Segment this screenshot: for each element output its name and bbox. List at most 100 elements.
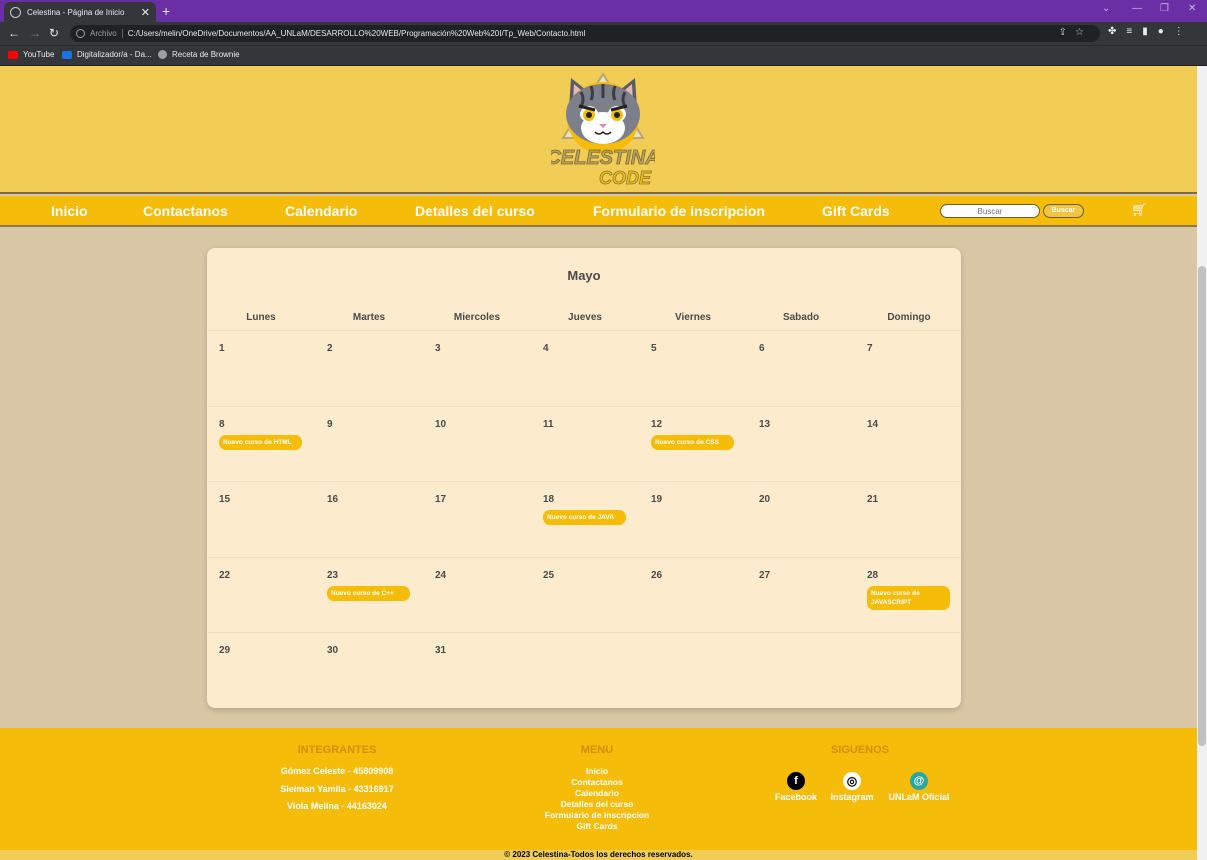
footer-link-contactanos[interactable]: Contactanos bbox=[517, 777, 677, 788]
new-tab-button[interactable]: + bbox=[162, 3, 170, 19]
restore-button[interactable]: ❐ bbox=[1160, 3, 1169, 14]
course-event[interactable]: Nuevo curso de HTML bbox=[219, 434, 302, 450]
footer-integrante: Viola Melina - 44163024 bbox=[287, 801, 387, 811]
nav-calendario[interactable]: Calendario bbox=[285, 203, 357, 219]
address-bar[interactable]: Archivo C:/Users/melin/OneDrive/Document… bbox=[70, 25, 1100, 42]
calendar-day-cell[interactable]: 28 Nuevo curso de JAVASCRIPT bbox=[855, 559, 963, 634]
info-icon[interactable] bbox=[76, 29, 85, 38]
calendar-day-cell[interactable]: 14 bbox=[855, 408, 963, 483]
calendar-day-cell[interactable]: 21 bbox=[855, 483, 963, 558]
calendar-day-cell[interactable]: 25 bbox=[531, 559, 639, 634]
scrollbar-thumb[interactable] bbox=[1198, 266, 1206, 746]
calendar-day-cell[interactable]: 13 bbox=[747, 408, 855, 483]
day-number: 26 bbox=[651, 569, 663, 581]
footer-link-calendario[interactable]: Calendario bbox=[517, 788, 677, 799]
course-event[interactable]: Nuevo curso de JAVA bbox=[543, 510, 626, 525]
page-scrollbar[interactable] bbox=[1197, 66, 1207, 860]
calendar-day-cell[interactable]: 22 bbox=[207, 559, 315, 634]
calendar-day-cell[interactable]: 17 bbox=[423, 483, 531, 558]
reload-icon[interactable]: ↻ bbox=[49, 26, 59, 40]
day-number: 1 bbox=[219, 343, 225, 354]
search-input[interactable] bbox=[940, 204, 1040, 218]
calendar-day-cell[interactable]: 23 Nuevo curso de C++ bbox=[315, 559, 423, 634]
footer-link-inicio[interactable]: Inicio bbox=[517, 766, 677, 777]
facebook-icon: f bbox=[787, 772, 805, 790]
unlam-icon: @ bbox=[910, 772, 928, 790]
day-number: 15 bbox=[219, 494, 231, 505]
cart-icon[interactable]: 🛒︎ bbox=[1131, 202, 1148, 218]
footer-integrante: Gómez Celeste - 45809908 bbox=[280, 766, 394, 776]
day-number: 12 bbox=[651, 418, 663, 430]
calendar-day-cell[interactable]: 11 bbox=[531, 408, 639, 483]
calendar-day-cell[interactable]: 24 bbox=[423, 559, 531, 634]
calendar-day-cell[interactable]: 31 bbox=[423, 634, 531, 709]
calendar-day-cell[interactable]: 27 bbox=[747, 559, 855, 634]
calendar-day-cell[interactable]: 7 bbox=[855, 332, 963, 407]
browser-tab[interactable]: Celestina - Página de Inicio ✕ bbox=[4, 2, 156, 22]
calendar-row-divider bbox=[207, 556, 961, 558]
calendar-day-cell[interactable]: 15 bbox=[207, 483, 315, 558]
search-button[interactable]: Buscar bbox=[1043, 204, 1084, 218]
day-number: 16 bbox=[327, 494, 339, 505]
calendar-day-cell[interactable]: 20 bbox=[747, 483, 855, 558]
calendar-day-cell[interactable]: 3 bbox=[423, 332, 531, 407]
address-url[interactable]: C:/Users/melin/OneDrive/Documentos/AA_UN… bbox=[128, 29, 586, 38]
back-icon[interactable]: ← bbox=[8, 26, 20, 40]
footer-link-gift-cards[interactable]: Gift Cards bbox=[517, 821, 677, 832]
nav-inicio[interactable]: Inicio bbox=[51, 203, 88, 219]
calendar-day-cell[interactable]: 2 bbox=[315, 332, 423, 407]
calendar-day-cell[interactable]: 4 bbox=[531, 332, 639, 407]
calendar-day-cell[interactable]: 8 Nuevo curso de HTML bbox=[207, 408, 315, 483]
calendar-day-cell[interactable]: 29 bbox=[207, 634, 315, 709]
celestina-cat-logo[interactable]: CELESTINA CODE bbox=[551, 72, 655, 190]
social-unlam[interactable]: @ UNLaM Oficial bbox=[886, 772, 952, 802]
day-number: 17 bbox=[435, 494, 447, 505]
minimize-button[interactable]: — bbox=[1132, 3, 1142, 14]
bookmarks-bar: YouTube Digitalizador/a - Da... Receta d… bbox=[0, 45, 1207, 65]
extensions-icon[interactable]: ✤≡▮●⋮ bbox=[1108, 26, 1194, 37]
day-number: 11 bbox=[543, 418, 554, 430]
close-window-button[interactable]: ✕ bbox=[1188, 3, 1196, 14]
course-event[interactable]: Nuevo curso de CSS bbox=[651, 434, 734, 450]
social-label: Instagram bbox=[830, 792, 874, 802]
day-number: 23 bbox=[327, 569, 339, 581]
calendar-day-cell[interactable]: 6 bbox=[747, 332, 855, 407]
calendar-day-cell[interactable]: 26 bbox=[639, 559, 747, 634]
calendar-day-cell[interactable]: 1 bbox=[207, 332, 315, 407]
main-nav: Inicio Contactanos Calendario Detalles d… bbox=[0, 196, 1197, 227]
calendar-day-cell[interactable]: 9 bbox=[315, 408, 423, 483]
instagram-icon: ◎ bbox=[843, 772, 861, 790]
footer-integrante: Sleiman Yamila - 43316917 bbox=[280, 784, 394, 794]
day-number: 14 bbox=[867, 418, 879, 430]
web-page: CELESTINA CODE Inicio Contactanos Calend… bbox=[0, 66, 1197, 860]
social-instagram[interactable]: ◎ Instagram bbox=[828, 772, 876, 802]
site-footer: INTEGRANTES Gómez Celeste - 45809908 Sle… bbox=[0, 728, 1197, 850]
tab-search-icon[interactable]: ⌄ bbox=[1102, 3, 1110, 14]
forward-icon[interactable]: → bbox=[29, 26, 41, 40]
nav-gift-cards[interactable]: Gift Cards bbox=[822, 203, 890, 219]
bookmark-star-icon[interactable]: ⇪☆ bbox=[1059, 27, 1092, 38]
bookmark-brownie[interactable]: Receta de Brownie bbox=[158, 50, 240, 59]
calendar-day-cell[interactable]: 18 Nuevo curso de JAVA bbox=[531, 483, 639, 558]
footer-link-formulario[interactable]: Formulario de inscripcion bbox=[517, 810, 677, 821]
calendar-day-cell[interactable]: 12 Nuevo curso de CSS bbox=[639, 408, 747, 483]
bookmark-youtube[interactable]: YouTube bbox=[8, 50, 54, 59]
bookmark-digitalizador[interactable]: Digitalizador/a - Da... bbox=[62, 50, 152, 59]
calendar-day-cell[interactable]: 5 bbox=[639, 332, 747, 407]
day-number: 20 bbox=[759, 494, 771, 505]
day-number: 4 bbox=[543, 343, 549, 354]
course-event[interactable]: Nuevo curso de JAVASCRIPT bbox=[867, 585, 950, 610]
calendar-day-cell[interactable]: 30 bbox=[315, 634, 423, 709]
nav-contactanos[interactable]: Contactanos bbox=[143, 203, 228, 219]
day-number: 24 bbox=[435, 569, 447, 581]
social-facebook[interactable]: f Facebook bbox=[772, 772, 820, 802]
calendar-day-cell[interactable]: 16 bbox=[315, 483, 423, 558]
close-tab-icon[interactable]: ✕ bbox=[141, 6, 150, 19]
nav-detalles-curso[interactable]: Detalles del curso bbox=[415, 203, 535, 219]
weekday-header: Domingo bbox=[887, 312, 931, 323]
calendar-day-cell[interactable]: 19 bbox=[639, 483, 747, 558]
footer-link-detalles[interactable]: Detalles del curso bbox=[517, 799, 677, 810]
course-event[interactable]: Nuevo curso de C++ bbox=[327, 585, 410, 601]
calendar-day-cell[interactable]: 10 bbox=[423, 408, 531, 483]
nav-formulario-inscripcion[interactable]: Formulario de inscripcion bbox=[593, 203, 765, 219]
